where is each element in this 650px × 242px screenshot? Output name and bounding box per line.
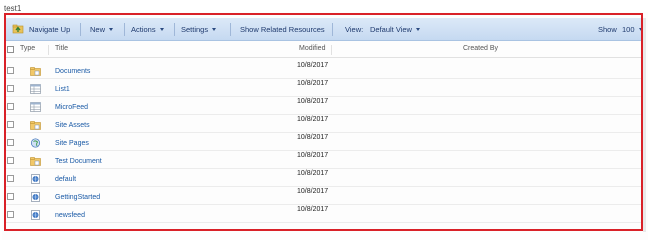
new-menu-label: New: [90, 25, 106, 34]
column-divider: [48, 45, 49, 55]
row-modified: 10/8/2017: [297, 62, 329, 69]
folder-icon: [30, 157, 41, 166]
toolbar-divider: [230, 23, 231, 36]
item-count-selector[interactable]: 100: [622, 18, 643, 41]
view-selector-value: Default View: [370, 25, 412, 34]
column-header-title[interactable]: Title: [55, 45, 68, 52]
row-checkbox[interactable]: [7, 121, 14, 128]
toolbar-divider: [124, 23, 125, 36]
table-row[interactable]: MicroFeed 10/8/2017: [6, 98, 642, 115]
table-row[interactable]: default 10/8/2017: [6, 170, 642, 187]
row-title-link[interactable]: Documents: [55, 68, 90, 75]
row-checkbox[interactable]: [7, 175, 14, 182]
folder-icon: [30, 121, 41, 130]
chevron-down-icon: [415, 28, 420, 31]
view-label: View:: [345, 25, 364, 34]
web-page-icon: [31, 192, 40, 202]
table-row[interactable]: Documents 10/8/2017: [6, 62, 642, 79]
column-header-type[interactable]: Type: [20, 45, 35, 52]
toolbar-divider: [80, 23, 81, 36]
table-row[interactable]: Site Assets 10/8/2017: [6, 116, 642, 133]
row-title-link[interactable]: Site Pages: [55, 140, 89, 147]
list-icon: [30, 84, 41, 94]
chevron-down-icon: [212, 28, 217, 31]
row-checkbox[interactable]: [7, 103, 14, 110]
settings-menu-label: Settings: [181, 25, 209, 34]
row-modified: 10/8/2017: [297, 80, 329, 87]
column-header-modified[interactable]: Modified: [299, 45, 325, 52]
list-icon: [30, 102, 41, 112]
row-modified: 10/8/2017: [297, 98, 329, 105]
actions-menu-label: Actions: [131, 25, 156, 34]
view-selector[interactable]: Default View: [370, 18, 420, 41]
chevron-down-icon: [109, 28, 114, 31]
table-row[interactable]: Site Pages 10/8/2017: [6, 134, 642, 151]
table-row[interactable]: GettingStarted 10/8/2017: [6, 188, 642, 205]
row-modified: 10/8/2017: [297, 188, 329, 195]
row-modified: 10/8/2017: [297, 116, 329, 123]
row-checkbox[interactable]: [7, 211, 14, 218]
table-row[interactable]: newsfeed 10/8/2017: [6, 206, 642, 223]
show-label: Show: [598, 25, 617, 34]
row-title-link[interactable]: Site Assets: [55, 122, 90, 129]
row-title-link[interactable]: List1: [55, 86, 70, 93]
row-title-link[interactable]: GettingStarted: [55, 194, 100, 201]
actions-menu-button[interactable]: Actions: [131, 18, 164, 41]
row-modified: 10/8/2017: [297, 152, 329, 159]
navigate-up-icon: [12, 24, 24, 34]
web-page-icon: [31, 210, 40, 220]
row-modified: 10/8/2017: [297, 170, 329, 177]
new-menu-button[interactable]: New: [90, 18, 114, 41]
row-checkbox[interactable]: [7, 139, 14, 146]
row-title-link[interactable]: MicroFeed: [55, 104, 88, 111]
settings-menu-button[interactable]: Settings: [181, 18, 217, 41]
table-header: Type Title Modified Created By: [6, 42, 642, 58]
navigate-up-button[interactable]: Navigate Up: [29, 18, 70, 41]
show-related-resources-button[interactable]: Show Related Resources: [240, 18, 325, 41]
row-modified: 10/8/2017: [297, 134, 329, 141]
row-checkbox[interactable]: [7, 193, 14, 200]
row-title-link[interactable]: newsfeed: [55, 212, 85, 219]
table-row[interactable]: List1 10/8/2017: [6, 80, 642, 97]
site-pages-icon: [30, 138, 41, 148]
column-divider: [331, 45, 332, 55]
row-title-link[interactable]: Test Document: [55, 158, 102, 165]
row-modified: 10/8/2017: [297, 206, 329, 213]
folder-icon: [30, 67, 41, 76]
chevron-down-icon: [159, 28, 164, 31]
toolbar: Navigate Up New Actions Settings Show Re…: [6, 18, 643, 41]
chevron-down-icon: [638, 28, 643, 31]
scrollbar[interactable]: [643, 18, 646, 232]
select-all-checkbox[interactable]: [7, 46, 14, 53]
table-row[interactable]: Test Document 10/8/2017: [6, 152, 642, 169]
column-header-created-by[interactable]: Created By: [463, 45, 498, 52]
web-page-icon: [31, 174, 40, 184]
row-title-link[interactable]: default: [55, 176, 76, 183]
toolbar-divider: [332, 23, 333, 36]
row-checkbox[interactable]: [7, 67, 14, 74]
row-checkbox[interactable]: [7, 85, 14, 92]
toolbar-divider: [174, 23, 175, 36]
item-count-value: 100: [622, 25, 635, 34]
row-checkbox[interactable]: [7, 157, 14, 164]
